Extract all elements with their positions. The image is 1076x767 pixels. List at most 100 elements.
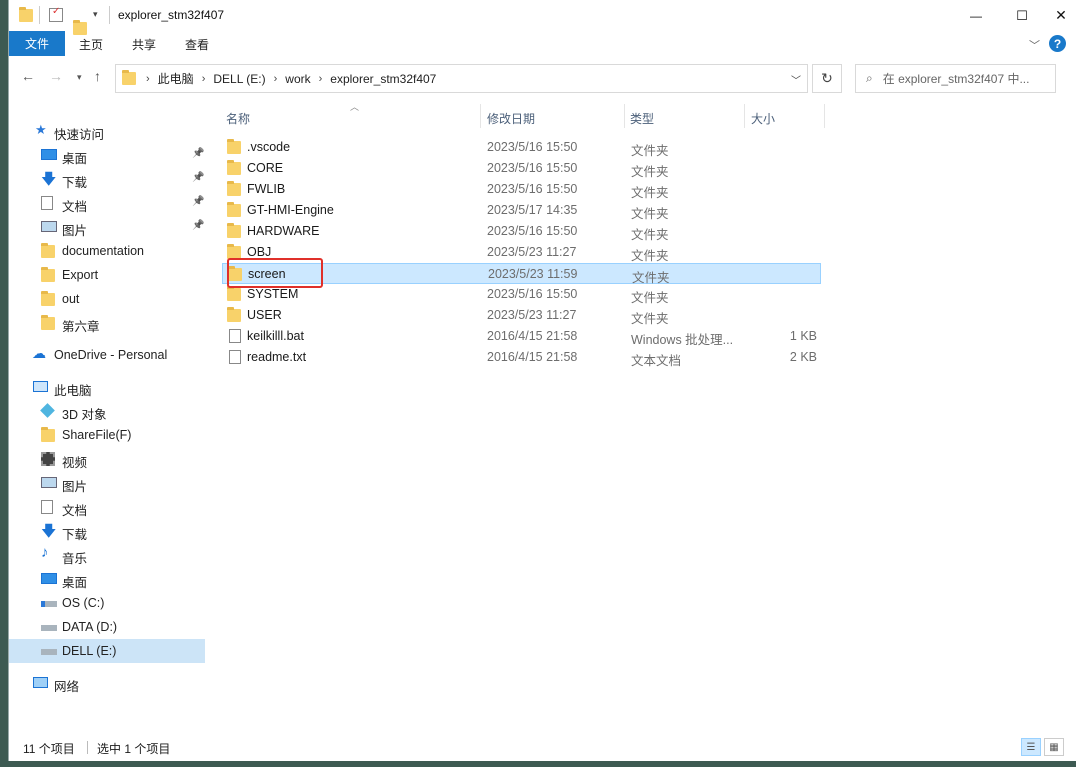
sidebar-item-pc-10[interactable]: DELL (E:): [9, 639, 205, 663]
tab-file[interactable]: 文件: [9, 31, 65, 56]
expand-ribbon-icon[interactable]: ﹀: [1029, 37, 1040, 53]
sidebar-item-pc-8[interactable]: OS (C:): [9, 591, 205, 615]
customize-toolbar-icon[interactable]: ▾: [93, 9, 98, 25]
table-row[interactable]: CORE 2023/5/16 15:50 文件夹: [222, 158, 821, 179]
sidebar-item-pc-5[interactable]: 🡇 下载: [9, 519, 205, 543]
column-size[interactable]: 大小: [751, 110, 775, 127]
sidebar-item-quick-5[interactable]: Export: [9, 263, 205, 287]
address-dropdown-icon[interactable]: ﹀: [791, 72, 801, 87]
file-list: ︿ 名称 修改日期 类型 大小 .vscode 2023/5/16 15:50 文件…: [214, 102, 1076, 734]
search-box[interactable]: ⌕: [855, 64, 1056, 93]
table-row[interactable]: keilkilll.bat 2016/4/15 21:58 Windows 批处理.…: [222, 326, 821, 347]
breadcrumb-this-pc[interactable]: 此电脑: [158, 70, 194, 87]
sidebar-item-quick-4[interactable]: documentation: [9, 239, 205, 263]
file-type: 文本文档: [631, 354, 682, 368]
file-type: Windows 批处理...: [631, 333, 734, 347]
file-name: CORE: [247, 161, 284, 175]
file-name: HARDWARE: [247, 224, 320, 238]
sidebar-item-pc-1[interactable]: ShareFile(F): [9, 423, 205, 447]
sidebar-item-pc-3[interactable]: 图片: [9, 471, 205, 495]
table-row[interactable]: USER 2023/5/23 11:27 文件夹: [222, 305, 821, 326]
large-icons-view-button[interactable]: ▦: [1044, 738, 1064, 756]
breadcrumb-work[interactable]: work: [285, 72, 310, 86]
breadcrumb-dell-e[interactable]: DELL (E:): [213, 72, 265, 86]
file-name: USER: [247, 308, 282, 322]
column-divider[interactable]: [624, 104, 625, 128]
sidebar-item-this-pc[interactable]: 此电脑: [9, 375, 205, 399]
details-view-button[interactable]: ☰: [1021, 738, 1041, 756]
sidebar-item-label: 此电脑: [54, 384, 92, 398]
help-button[interactable]: ?: [1049, 35, 1066, 52]
sidebar-item-network[interactable]: 网络: [9, 671, 205, 695]
tab-view[interactable]: 查看: [185, 36, 209, 53]
chevron-right-icon[interactable]: ›: [202, 73, 206, 85]
column-name[interactable]: 名称: [226, 110, 250, 127]
chevron-right-icon[interactable]: ›: [319, 73, 323, 85]
sort-ascending-icon: ︿: [350, 102, 360, 112]
recent-locations-icon[interactable]: ▾: [77, 72, 82, 83]
folder-icon: [41, 427, 55, 442]
sidebar-item-pc-0[interactable]: 3D 对象: [9, 399, 205, 423]
table-row[interactable]: GT-HMI-Engine 2023/5/17 14:35 文件夹: [222, 200, 821, 221]
sidebar-item-pc-7[interactable]: 桌面: [9, 567, 205, 591]
sidebar-item-quick-0[interactable]: 桌面 📌: [9, 143, 205, 167]
sidebar-item-quick-1[interactable]: 🡇 下载 📌: [9, 167, 205, 191]
file-type: 文件夹: [631, 228, 669, 242]
selection-count: 选中 1 个项目: [97, 742, 171, 756]
folder-icon: [19, 7, 33, 22]
sidebar-item-label: OS (C:): [62, 596, 105, 610]
pin-icon[interactable]: 📌: [192, 172, 204, 183]
properties-icon[interactable]: ✓: [49, 6, 63, 22]
folder-icon: [41, 315, 55, 330]
pin-icon[interactable]: 📌: [192, 196, 204, 207]
sidebar-item-label: 文档: [62, 200, 88, 214]
table-row[interactable]: readme.txt 2016/4/15 21:58 文本文档 2 KB: [222, 347, 821, 368]
tab-share[interactable]: 共享: [132, 36, 156, 53]
column-type[interactable]: 类型: [630, 110, 654, 127]
close-button[interactable]: ✕: [1045, 0, 1076, 31]
table-row[interactable]: .vscode 2023/5/16 15:50 文件夹: [222, 137, 821, 158]
column-modified[interactable]: 修改日期: [487, 110, 535, 127]
details-view-icon: ☰: [1026, 741, 1036, 753]
search-input[interactable]: [882, 71, 1053, 86]
folder-icon: [227, 202, 241, 217]
navigation-pane: ★ 快速访问 桌面 📌 🡇 下载 📌 文档 📌 图片 📌 documentation Export o…: [9, 104, 205, 734]
forward-icon[interactable]: →: [49, 68, 63, 84]
table-row[interactable]: HARDWARE 2023/5/16 15:50 文件夹: [222, 221, 821, 242]
sidebar-item-pc-2[interactable]: 视频: [9, 447, 205, 471]
minimize-button[interactable]: —: [953, 0, 999, 31]
sidebar-item-pc-4[interactable]: 文档: [9, 495, 205, 519]
sidebar-item-pc-9[interactable]: DATA (D:): [9, 615, 205, 639]
document-icon: [41, 196, 53, 210]
chevron-right-icon[interactable]: ›: [274, 73, 278, 85]
sidebar-item-quick-3[interactable]: 图片 📌: [9, 215, 205, 239]
column-divider[interactable]: [824, 104, 825, 128]
pin-icon[interactable]: 📌: [192, 148, 204, 159]
sidebar-item-label: DATA (D:): [62, 620, 118, 634]
maximize-button[interactable]: ☐: [999, 0, 1045, 31]
divider: [39, 6, 40, 24]
sidebar-item-quick-access[interactable]: ★ 快速访问: [9, 119, 205, 143]
column-divider[interactable]: [744, 104, 745, 128]
cloud-icon: ☁: [32, 345, 46, 361]
chevron-right-icon[interactable]: ›: [146, 73, 150, 85]
sidebar-item-quick-6[interactable]: out: [9, 287, 205, 311]
file-modified: 2023/5/16 15:50: [487, 182, 578, 196]
sidebar-item-pc-6[interactable]: ♪ 音乐: [9, 543, 205, 567]
breadcrumb-explorer[interactable]: explorer_stm32f407: [330, 72, 436, 86]
refresh-button[interactable]: ↻: [812, 64, 842, 93]
pin-icon[interactable]: 📌: [192, 220, 204, 231]
up-icon[interactable]: ↑: [94, 68, 101, 84]
sidebar-item-quick-2[interactable]: 文档 📌: [9, 191, 205, 215]
sidebar-item-quick-7[interactable]: 第六章: [9, 311, 205, 335]
sidebar-item-label: 文档: [62, 504, 88, 518]
table-row[interactable]: FWLIB 2023/5/16 15:50 文件夹: [222, 179, 821, 200]
tab-home[interactable]: 主页: [79, 36, 103, 53]
sidebar-item-onedrive[interactable]: ☁ OneDrive - Personal: [9, 343, 205, 367]
back-icon[interactable]: ←: [21, 68, 35, 84]
folder-icon: [227, 160, 241, 175]
file-modified: 2016/4/15 21:58: [487, 350, 578, 364]
address-bar[interactable]: › 此电脑 › DELL (E:) › work › explorer_stm3…: [115, 64, 808, 93]
column-divider[interactable]: [480, 104, 481, 128]
item-count: 11 个项目: [23, 742, 75, 756]
